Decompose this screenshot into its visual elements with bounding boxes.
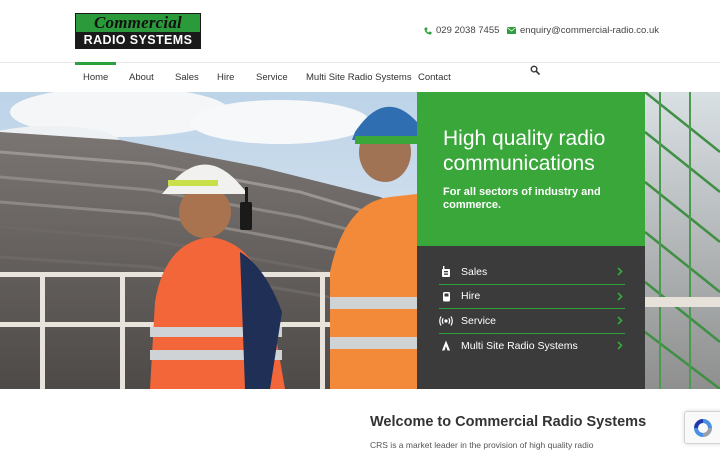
hero-banner: High quality radio communications For al…: [0, 92, 720, 389]
radio-icon: [439, 266, 453, 278]
hero-headline-panel: High quality radio communications For al…: [417, 92, 645, 246]
nav-item-multi-site[interactable]: Multi Site Radio Systems: [306, 63, 412, 92]
handset-icon: [439, 291, 453, 302]
nav-item-service[interactable]: Service: [256, 63, 288, 92]
broadcast-icon: [439, 315, 453, 326]
envelope-icon: [507, 27, 516, 34]
nav-item-hire[interactable]: Hire: [217, 63, 234, 92]
main-nav: Home About Sales Hire Service Multi Site…: [0, 62, 720, 92]
service-label: Service: [461, 314, 497, 327]
email-address: enquiry@commercial-radio.co.uk: [520, 25, 659, 36]
chevron-right-icon: [617, 316, 623, 325]
service-link-multi-site[interactable]: Multi Site Radio Systems: [439, 334, 625, 359]
site-header: Commercial RADIO SYSTEMS 029 2038 7455 e…: [0, 0, 720, 62]
logo-line-1: Commercial: [76, 13, 200, 32]
service-link-hire[interactable]: Hire: [439, 285, 625, 309]
service-label: Multi Site Radio Systems: [461, 339, 578, 352]
logo-line-2: RADIO SYSTEMS: [76, 32, 200, 48]
nav-item-home[interactable]: Home: [74, 62, 117, 92]
service-link-service[interactable]: Service: [439, 309, 625, 334]
nav-item-contact[interactable]: Contact: [418, 63, 451, 92]
phone-link[interactable]: 029 2038 7455: [424, 25, 499, 36]
services-list: Sales Hire Service Multi Site Radio Syst…: [439, 260, 625, 358]
chevron-right-icon: [617, 291, 623, 301]
phone-icon: [424, 27, 432, 34]
search-icon[interactable]: [530, 65, 540, 75]
hero-title: High quality radio communications: [443, 127, 606, 175]
service-label: Hire: [461, 290, 481, 303]
nav-item-sales[interactable]: Sales: [175, 63, 199, 92]
services-panel: Sales Hire Service Multi Site Radio Syst…: [417, 246, 645, 389]
welcome-text: CRS is a market leader in the provision …: [370, 440, 594, 450]
chevron-right-icon: [617, 340, 623, 350]
welcome-title: Welcome to Commercial Radio Systems: [370, 414, 647, 430]
recaptcha-badge[interactable]: [684, 411, 720, 444]
hero-subtitle: For all sectors of industry and commerce…: [443, 186, 601, 211]
recaptcha-icon: [694, 419, 712, 437]
service-link-sales[interactable]: Sales: [439, 260, 625, 285]
chevron-right-icon: [617, 267, 623, 276]
tower-icon: [439, 340, 453, 351]
email-link[interactable]: enquiry@commercial-radio.co.uk: [507, 25, 659, 36]
service-label: Sales: [461, 265, 488, 278]
nav-item-about[interactable]: About: [129, 63, 154, 92]
site-logo[interactable]: Commercial RADIO SYSTEMS: [75, 13, 201, 49]
phone-number: 029 2038 7455: [436, 25, 500, 36]
